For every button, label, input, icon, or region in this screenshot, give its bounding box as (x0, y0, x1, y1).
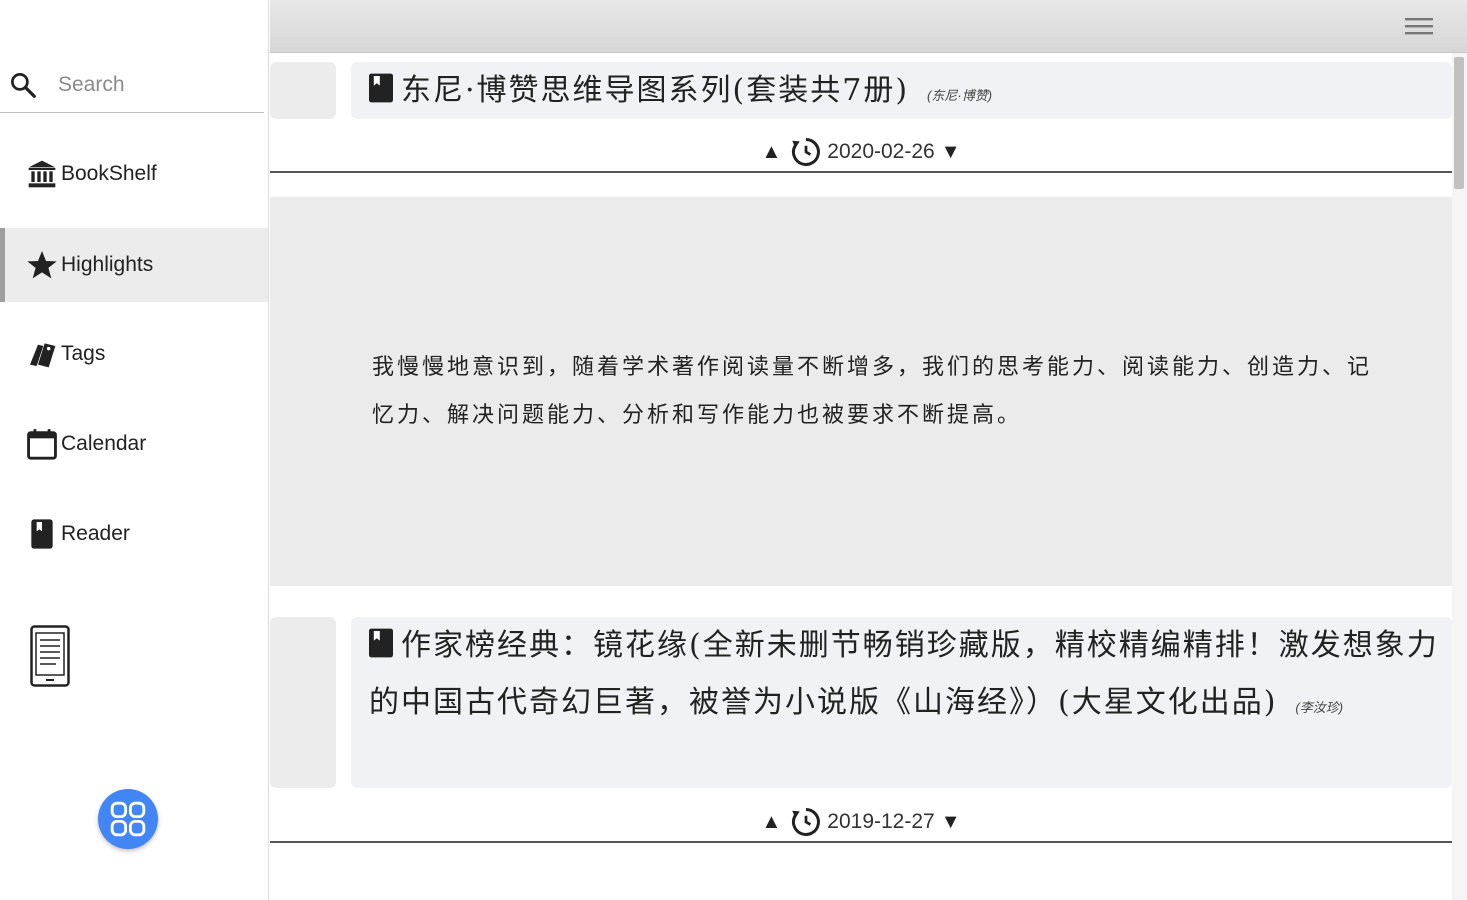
move-up-button[interactable]: ▲ (761, 811, 781, 834)
highlight-text: 我慢慢地意识到，随着学术著作阅读量不断增多，我们的思考能力、阅读能力、创造力、记… (372, 354, 1373, 428)
sidebar-item-label: Reader (61, 522, 130, 545)
book-icon (369, 73, 393, 103)
sidebar-item-calendar[interactable]: Calendar (0, 407, 268, 481)
ereader-icon[interactable] (30, 625, 70, 687)
sidebar-item-tags[interactable]: Tags (0, 317, 268, 391)
history-icon[interactable] (791, 807, 821, 837)
date-row: ▲ 2020-02-26 ▼ (270, 133, 1452, 173)
book-title-card[interactable]: 作家榜经典：镜花缘(全新未删节畅销珍藏版，精校精编精排！激发想象力的中国古代奇幻… (351, 617, 1452, 788)
history-icon[interactable] (791, 137, 821, 167)
sidebar-item-label: Highlights (61, 253, 154, 276)
search-icon[interactable] (8, 70, 38, 100)
date-row: ▲ 2019-12-27 ▼ (270, 803, 1452, 843)
highlight-text-box[interactable]: 我慢慢地意识到，随着学术著作阅读量不断增多，我们的思考能力、阅读能力、创造力、记… (270, 197, 1452, 586)
highlight-date: 2020-02-26 (827, 140, 935, 163)
sidebar-item-highlights[interactable]: Highlights (0, 228, 268, 302)
book-icon (369, 628, 393, 658)
top-bar (270, 0, 1467, 53)
apps-fab-button[interactable] (98, 789, 158, 849)
book-title: 作家榜经典：镜花缘(全新未删节畅销珍藏版，精校精编精排！激发想象力的中国古代奇幻… (369, 628, 1439, 720)
move-up-button[interactable]: ▲ (761, 141, 781, 164)
scrollbar[interactable] (1452, 53, 1467, 900)
move-down-button[interactable]: ▼ (941, 141, 961, 164)
book-author: (李汝珍) (1295, 700, 1344, 715)
scrollbar-thumb[interactable] (1454, 57, 1464, 189)
sidebar: BookShelf Highlights Tags Calendar Reade… (0, 0, 269, 900)
book-author: (东尼·博赞) (927, 88, 993, 103)
sidebar-item-label: Tags (61, 342, 106, 365)
sidebar-item-label: Calendar (61, 432, 147, 455)
tags-icon (25, 337, 59, 371)
book-title-card[interactable]: 东尼·博赞思维导图系列(套装共7册) (东尼·博赞) (351, 62, 1452, 119)
book-cover[interactable] (270, 617, 336, 788)
search-bar (0, 58, 264, 113)
sidebar-item-label: BookShelf (61, 162, 157, 185)
highlight-date: 2019-12-27 (827, 810, 935, 833)
bank-icon (25, 157, 59, 191)
sidebar-item-reader[interactable]: Reader (0, 497, 268, 571)
grid-icon (110, 801, 146, 837)
search-input[interactable] (58, 73, 238, 97)
book-cover[interactable] (270, 62, 336, 119)
move-down-button[interactable]: ▼ (941, 811, 961, 834)
hamburger-menu-icon[interactable] (1405, 15, 1433, 37)
sidebar-item-bookshelf[interactable]: BookShelf (0, 137, 268, 211)
calendar-icon (25, 427, 59, 461)
star-icon (25, 248, 59, 282)
book-icon (25, 517, 59, 551)
book-title: 东尼·博赞思维导图系列(套装共7册) (401, 73, 910, 108)
highlights-list: 东尼·博赞思维导图系列(套装共7册) (东尼·博赞) ▲ 2020-02-26 ▼… (270, 53, 1452, 900)
